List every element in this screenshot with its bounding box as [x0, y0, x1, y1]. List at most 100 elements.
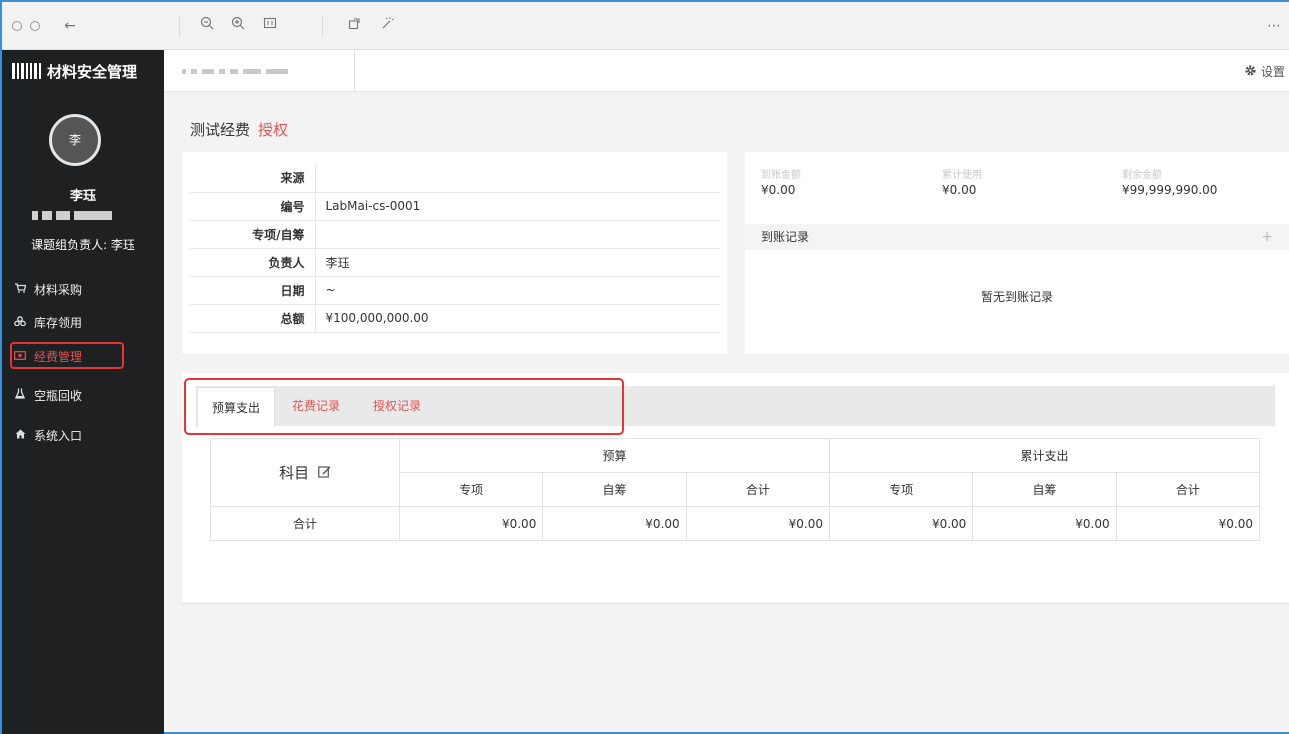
- info-row-source: 来源: [190, 164, 720, 193]
- table-row: 合计 ¥0.00 ¥0.00 ¥0.00 ¥0.00 ¥0.00 ¥0.00: [210, 506, 1261, 541]
- fund-info-card: 来源 编号 LabMai-cs-0001 专项/自筹 负责人 李珏 日期 ~ 总额 ¥1…: [182, 152, 727, 354]
- more-icon[interactable]: ⋯: [1264, 16, 1284, 36]
- info-value: [315, 220, 720, 249]
- subject-header-label: 科目: [279, 464, 310, 482]
- gear-icon: [1244, 64, 1257, 80]
- stat-label: 剩余金额: [1122, 170, 1162, 181]
- home-icon: [14, 429, 26, 442]
- arrivals-empty-message: 暂无到账记录: [980, 290, 1053, 304]
- stat-remaining: 剩余金额 ¥99,999,990.00: [1122, 166, 1217, 197]
- minimize-icon[interactable]: [30, 21, 40, 31]
- brand[interactable]: 材料安全管理: [12, 58, 162, 84]
- user-role: 课题组负责人: 李珏: [31, 238, 135, 252]
- column-header: 自筹: [972, 472, 1117, 507]
- budget-card: 预算支出 花费记录 授权记录 科目 预算 累计支出 专项 自筹 合计 专项 自筹…: [182, 373, 1289, 604]
- sidebar-item-inventory[interactable]: 库存领用: [12, 310, 162, 334]
- info-key: 编号: [190, 192, 316, 221]
- stat-arrived: 到账金额 ¥0.00: [761, 166, 801, 197]
- page-title: 测试经费 授权: [190, 119, 288, 140]
- info-row-date: 日期 ~: [190, 276, 720, 305]
- stat-label: 累计使用: [942, 170, 982, 181]
- app-window: ← ⋯ 材料安全管理 李 李珏 课题组负责人: 李珏 材料采购 库存领用 经费管…: [0, 0, 1289, 734]
- redacted-user-info: [32, 211, 112, 220]
- sidebar-item-label: 库存领用: [34, 315, 83, 330]
- budget-header-row: 科目 预算 累计支出: [210, 438, 1261, 507]
- info-key: 总额: [190, 304, 316, 333]
- add-arrival-button[interactable]: +: [1261, 224, 1273, 250]
- settings-label: 设置: [1260, 65, 1285, 79]
- spent-group-header: 累计支出: [828, 438, 1261, 473]
- info-key: 来源: [190, 164, 316, 193]
- sidebar-item-label: 材料采购: [34, 282, 83, 297]
- sidebar-item-system-entry[interactable]: 系统入口: [12, 423, 162, 447]
- breadcrumb-divider: [354, 50, 355, 92]
- tabs-highlight: [184, 378, 624, 435]
- sidebar-item-bottle-recycle[interactable]: 空瓶回收: [12, 383, 162, 407]
- zoom-in-icon[interactable]: [228, 16, 248, 36]
- zoom-out-icon[interactable]: [197, 16, 217, 36]
- brand-name: 材料安全管理: [47, 62, 138, 81]
- table-cell: ¥0.00: [398, 506, 544, 541]
- budget-table: 科目 预算 累计支出 专项 自筹 合计 专项 自筹 合计 合计 ¥0.00 ¥0: [210, 438, 1261, 541]
- cart-icon: [14, 282, 26, 296]
- fund-name: 测试经费: [190, 121, 251, 139]
- sidebar-item-material-purchase[interactable]: 材料采购: [12, 277, 162, 301]
- column-header: 合计: [685, 472, 830, 507]
- fund-stats-card: 到账金额 ¥0.00 累计使用 ¥0.00 剩余金额 ¥99,999,990.0…: [745, 152, 1289, 354]
- info-key: 专项/自筹: [190, 220, 316, 249]
- budget-group-header: 预算: [399, 438, 830, 473]
- stat-label: 到账金额: [761, 170, 801, 181]
- arrivals-header: 到账记录 +: [745, 224, 1289, 250]
- authorize-link[interactable]: 授权: [258, 121, 288, 139]
- redacted-breadcrumb: [182, 69, 288, 74]
- fit-icon[interactable]: [260, 16, 280, 36]
- subject-header: 科目: [210, 438, 400, 507]
- row-label: 合计: [210, 506, 400, 541]
- stat-value: ¥0.00: [761, 183, 796, 197]
- info-row-type: 专项/自筹: [190, 220, 720, 249]
- info-value: [315, 164, 720, 193]
- info-value: ¥100,000,000.00: [315, 304, 720, 333]
- info-value: ~: [315, 276, 720, 305]
- info-row-code: 编号 LabMai-cs-0001: [190, 192, 720, 221]
- info-value: 李珏: [315, 248, 720, 277]
- stat-used: 累计使用 ¥0.00: [942, 166, 982, 197]
- info-key: 日期: [190, 276, 316, 305]
- stat-value: ¥99,999,990.00: [1122, 183, 1218, 197]
- table-cell: ¥0.00: [542, 506, 687, 541]
- flask-icon: [14, 388, 26, 402]
- settings-button[interactable]: 设置: [1244, 63, 1285, 80]
- user-name: 李珏: [69, 189, 96, 204]
- info-row-owner: 负责人 李珏: [190, 248, 720, 277]
- close-icon[interactable]: [12, 21, 22, 31]
- viewer-toolbar: ← ⋯: [2, 2, 1289, 50]
- rotate-icon[interactable]: [345, 16, 365, 36]
- back-arrow-icon[interactable]: ←: [60, 16, 80, 36]
- active-item-highlight: [10, 342, 124, 369]
- info-row-total: 总额 ¥100,000,000.00: [190, 304, 720, 333]
- column-header: 专项: [398, 472, 544, 507]
- info-value: LabMai-cs-0001: [315, 192, 720, 221]
- table-cell: ¥0.00: [972, 506, 1117, 541]
- toolbar-divider: [322, 16, 323, 38]
- fund-info-table: 来源 编号 LabMai-cs-0001 专项/自筹 负责人 李珏 日期 ~ 总额 ¥1…: [190, 164, 720, 333]
- column-header: 自筹: [542, 472, 687, 507]
- column-header: 专项: [828, 472, 974, 507]
- info-key: 负责人: [190, 248, 316, 277]
- avatar[interactable]: 李: [49, 114, 101, 166]
- sidebar: 材料安全管理 李 李珏 课题组负责人: 李珏 材料采购 库存领用 经费管理 空瓶…: [2, 50, 164, 734]
- boxes-icon: [14, 315, 26, 329]
- sidebar-item-label: 空瓶回收: [34, 388, 83, 403]
- column-header: 合计: [1115, 472, 1261, 507]
- top-bar: 设置: [164, 50, 1289, 92]
- edit-icon[interactable]: [318, 465, 331, 482]
- sidebar-item-label: 系统入口: [34, 428, 83, 443]
- table-cell: ¥0.00: [685, 506, 830, 541]
- table-cell: ¥0.00: [828, 506, 974, 541]
- brand-logo-icon: [12, 63, 41, 79]
- table-cell: ¥0.00: [1115, 506, 1261, 541]
- stat-value: ¥0.00: [942, 183, 977, 197]
- magic-wand-icon[interactable]: [377, 16, 397, 36]
- toolbar-divider: [179, 16, 180, 38]
- arrivals-title: 到账记录: [761, 230, 810, 244]
